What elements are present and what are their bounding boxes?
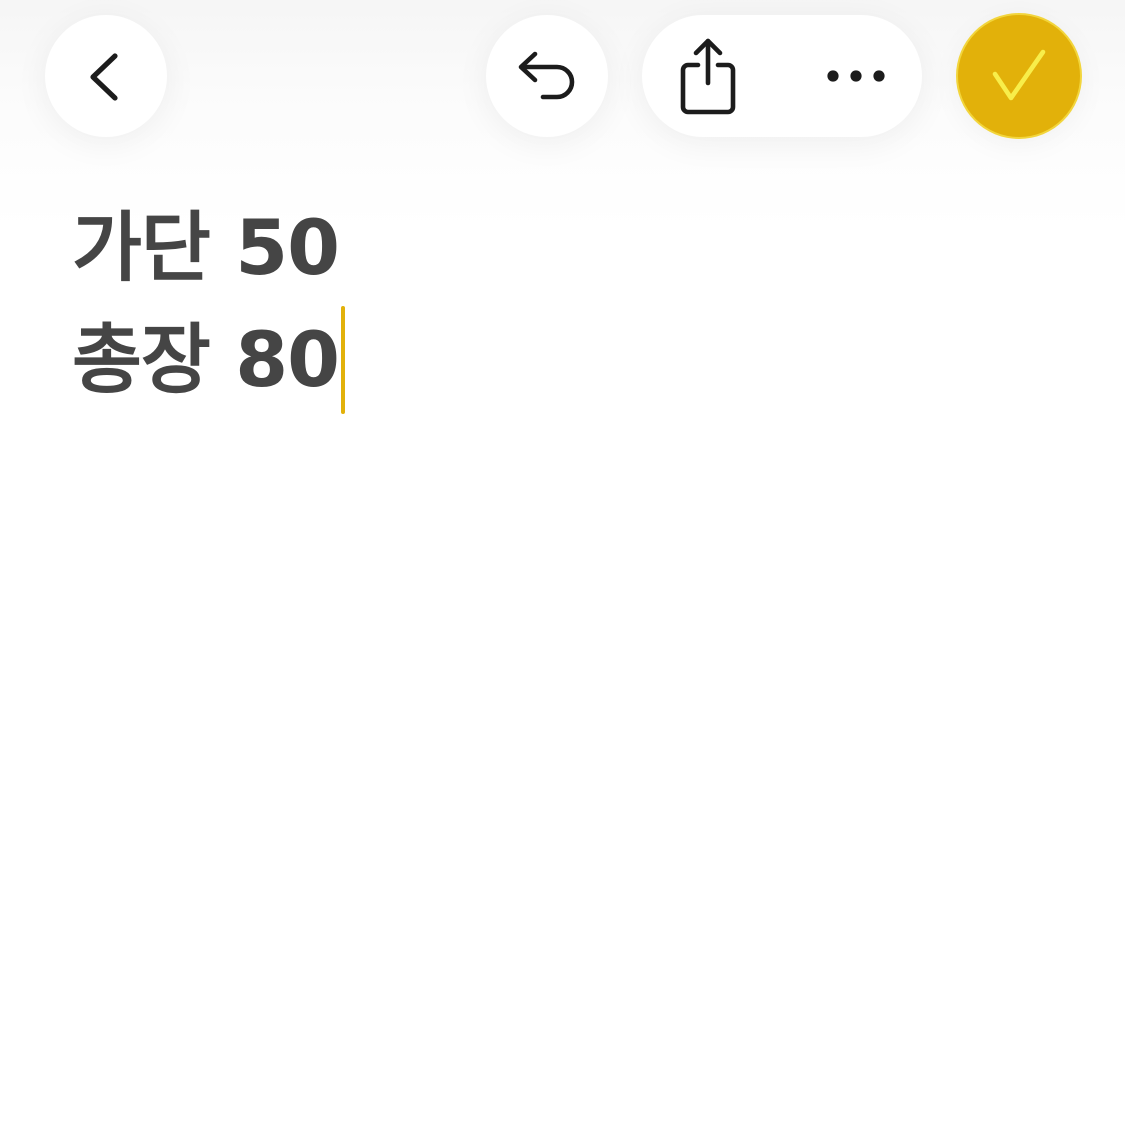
note-line: 가단 50 <box>72 192 345 304</box>
chevron-left-icon <box>90 53 118 101</box>
back-button[interactable] <box>45 15 167 137</box>
note-line-text: 총장 80 <box>72 315 340 404</box>
checkmark-icon <box>992 49 1046 101</box>
undo-button[interactable] <box>486 15 608 137</box>
actions-pill <box>642 15 922 137</box>
note-line: 총장 80 <box>72 304 346 416</box>
share-icon <box>680 38 736 115</box>
note-line-text: 가단 50 <box>72 203 340 292</box>
done-button[interactable] <box>958 15 1080 137</box>
undo-icon <box>518 51 575 100</box>
notes-editor-screen: 가단 50 총장 80 <box>0 0 1125 1125</box>
text-cursor <box>341 306 346 414</box>
note-body[interactable]: 가단 50 총장 80 <box>72 192 346 416</box>
share-button[interactable] <box>676 15 740 137</box>
more-button[interactable] <box>826 15 886 137</box>
ellipsis-icon <box>827 70 885 82</box>
